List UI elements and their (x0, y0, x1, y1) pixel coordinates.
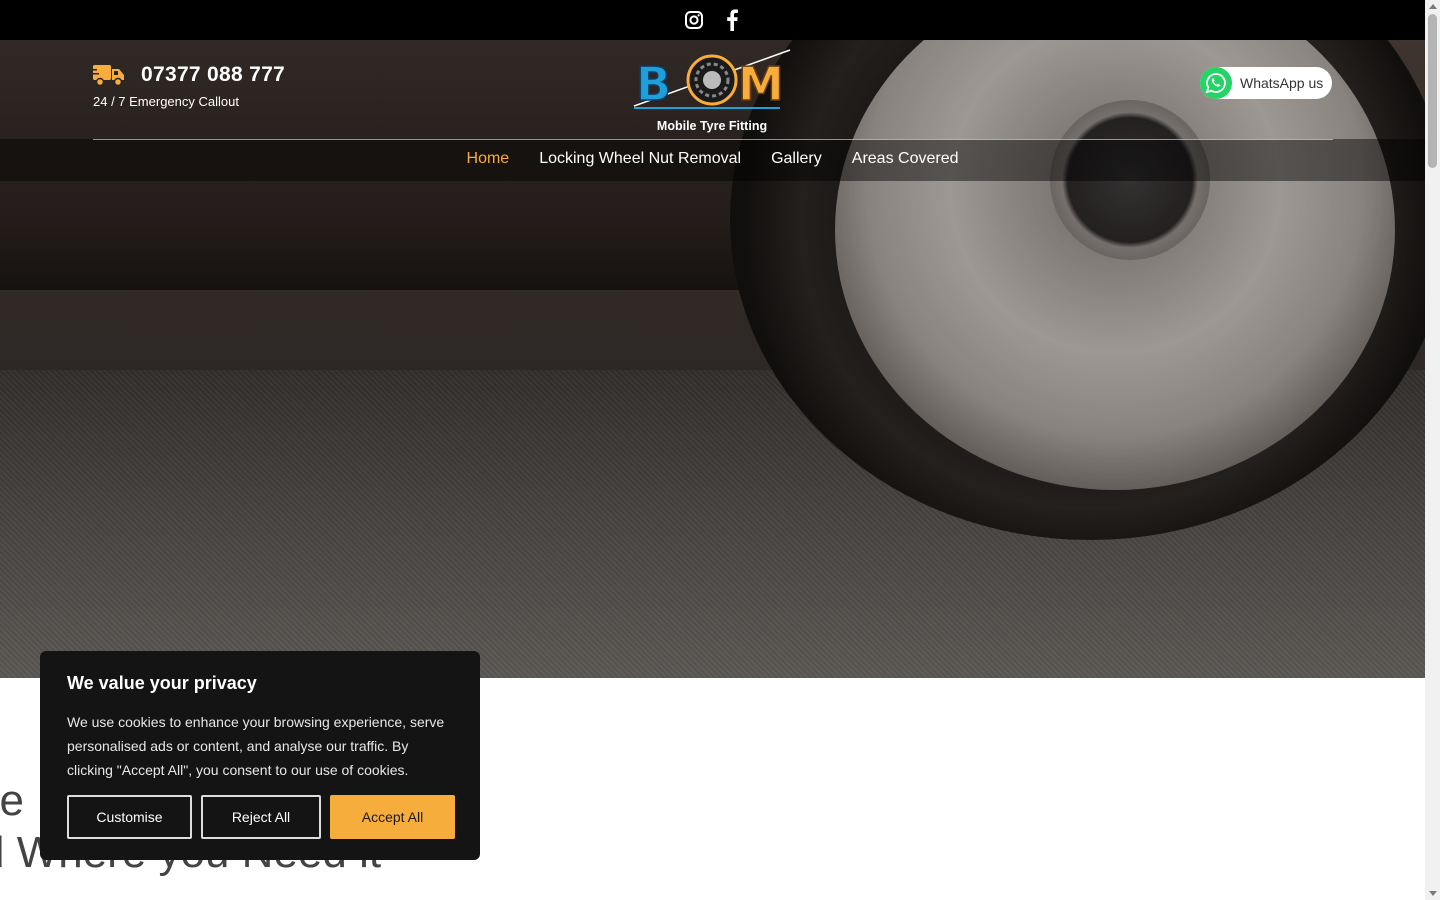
instagram-icon[interactable] (683, 9, 705, 31)
scroll-down-arrow-icon[interactable] (1429, 891, 1437, 896)
nav-item-home[interactable]: Home (467, 146, 510, 172)
cookie-title: We value your privacy (67, 673, 257, 693)
logo-letter-m: M (738, 57, 784, 111)
main-nav: Home Locking Wheel Nut Removal Gallery A… (0, 146, 1425, 172)
logo-letter-b: B (636, 57, 671, 111)
nav-item-areas-covered[interactable]: Areas Covered (852, 146, 959, 172)
logo-tagline: Mobile Tyre Fitting (656, 119, 768, 133)
customise-button[interactable]: Customise (67, 795, 192, 839)
emergency-callout-text: 24 / 7 Emergency Callout (93, 94, 239, 109)
whatsapp-icon (1200, 67, 1232, 99)
reject-all-button[interactable]: Reject All (201, 795, 321, 839)
site-header: 07377 088 777 24 / 7 Emergency Callout B… (0, 40, 1425, 181)
accept-all-button[interactable]: Accept All (330, 795, 455, 839)
phone-number-link[interactable]: 07377 088 777 (141, 63, 285, 87)
header-divider (93, 139, 1333, 140)
facebook-icon[interactable] (721, 9, 743, 31)
cookie-text: We use cookies to enhance your browsing … (67, 714, 445, 778)
scrollbar-thumb[interactable] (1428, 14, 1437, 168)
cookie-consent-banner: We value your privacy We use cookies to … (40, 651, 480, 860)
whatsapp-button[interactable]: WhatsApp us (1200, 67, 1332, 99)
page-scrollbar[interactable] (1425, 0, 1440, 900)
bcm-logo-graphic: B C M (633, 49, 791, 112)
cookie-buttons: Customise Reject All Accept All (67, 795, 455, 839)
top-bar (0, 0, 1425, 40)
whatsapp-label: WhatsApp us (1240, 75, 1324, 91)
nav-item-locking-wheel-nut-removal[interactable]: Locking Wheel Nut Removal (539, 146, 741, 172)
truck-icon (93, 62, 125, 88)
nav-item-gallery[interactable]: Gallery (771, 146, 822, 172)
site-logo[interactable]: B C M Mobile Tyre Fitting (630, 48, 794, 136)
scroll-up-arrow-icon[interactable] (1429, 4, 1437, 9)
contact-block: 07377 088 777 24 / 7 Emergency Callout (93, 62, 285, 109)
